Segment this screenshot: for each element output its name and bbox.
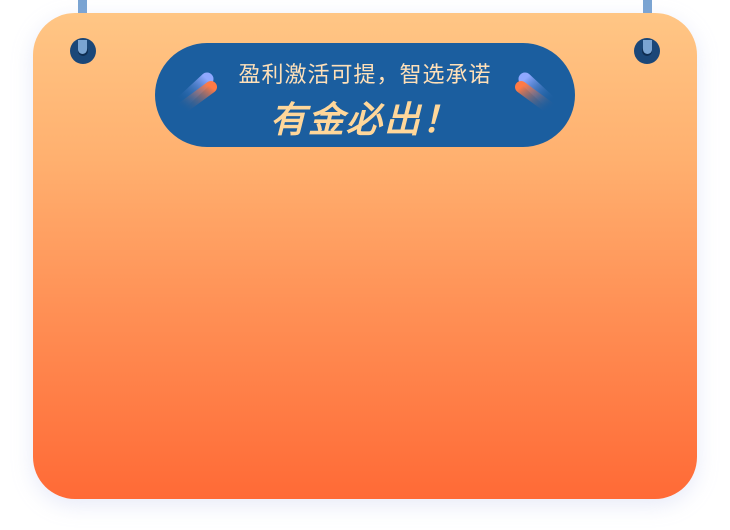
string-end-right <box>643 40 652 54</box>
promo-banner: 盈利激活可提，智选承诺 有金必出！ <box>155 43 575 147</box>
promo-stage: 盈利激活可提，智选承诺 有金必出！ <box>0 0 730 530</box>
capsule-sparkle-icon <box>515 72 558 115</box>
string-end-left <box>78 40 87 54</box>
